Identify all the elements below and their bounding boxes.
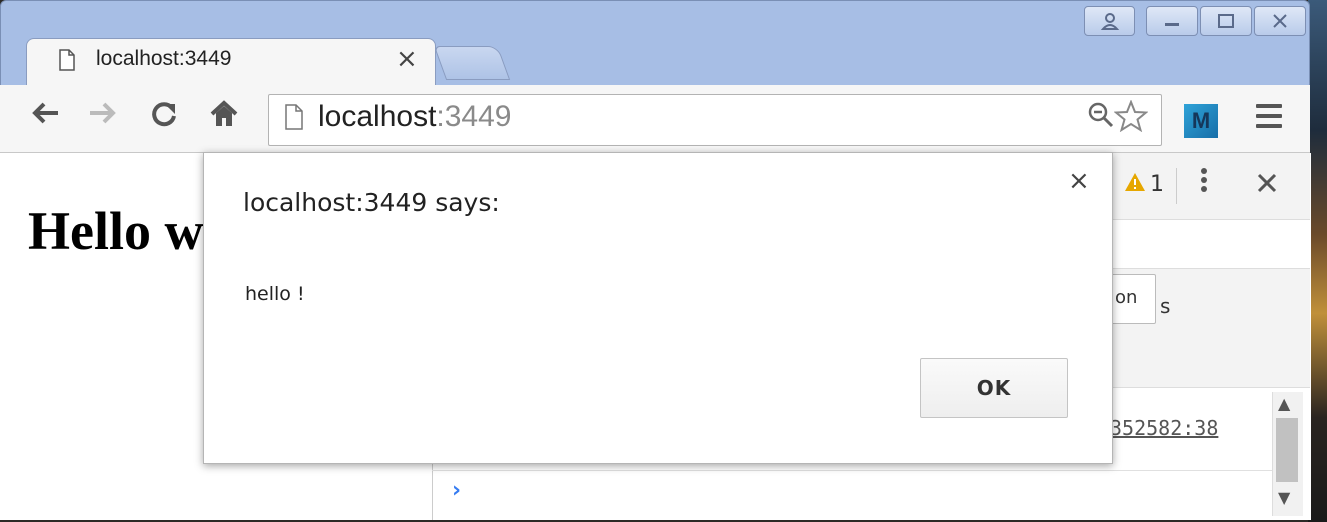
url-port: :3449	[436, 100, 512, 133]
devtools-option-label: s	[1160, 294, 1171, 318]
devtools-close-button[interactable]	[1256, 168, 1278, 201]
extension-button[interactable]: M	[1184, 104, 1218, 138]
close-window-button[interactable]	[1254, 6, 1306, 36]
maximize-button[interactable]	[1200, 6, 1252, 36]
warning-icon[interactable]	[1124, 172, 1146, 198]
minimize-icon	[1165, 23, 1179, 26]
warning-count: 1	[1150, 172, 1164, 197]
console-prompt[interactable]: ›	[452, 478, 461, 503]
page-icon	[58, 49, 76, 75]
divider	[1176, 168, 1177, 204]
more-icon[interactable]	[1200, 166, 1208, 201]
scrollbar-thumb[interactable]	[1276, 418, 1298, 482]
profile-button[interactable]	[1084, 6, 1135, 36]
scroll-down-icon[interactable]: ▼	[1278, 488, 1290, 507]
minimize-button[interactable]	[1146, 6, 1198, 36]
close-icon	[1257, 173, 1277, 193]
console-source-link[interactable]: 352582:38	[1110, 416, 1218, 440]
forward-arrow-icon	[90, 102, 116, 124]
dialog-title: localhost:3449 says:	[243, 188, 500, 217]
reload-icon	[152, 102, 176, 127]
page-heading: Hello w	[28, 201, 204, 261]
ok-button[interactable]: OK	[920, 358, 1068, 418]
dialog-message: hello !	[245, 283, 305, 305]
tab-title: localhost:3449	[96, 47, 232, 70]
dialog-close-button[interactable]: ×	[1068, 166, 1090, 196]
menu-icon[interactable]	[1256, 104, 1282, 134]
profile-icon	[1100, 13, 1119, 30]
reload-button[interactable]	[150, 100, 178, 134]
back-button[interactable]	[30, 100, 60, 132]
page-icon	[284, 104, 304, 134]
url-text[interactable]: localhost:3449	[318, 100, 511, 134]
new-tab-button[interactable]	[433, 46, 511, 80]
back-arrow-icon	[32, 102, 58, 124]
home-button[interactable]	[210, 100, 238, 134]
maximize-icon	[1218, 14, 1234, 28]
url-host: localhost	[318, 100, 437, 133]
zoom-icon[interactable]	[1088, 102, 1114, 135]
divider	[432, 470, 1272, 471]
close-icon	[1273, 14, 1287, 28]
home-icon	[210, 100, 238, 126]
tab-close-button[interactable]: ×	[396, 44, 418, 74]
star-icon[interactable]	[1113, 99, 1149, 140]
forward-button[interactable]	[88, 100, 118, 132]
scroll-up-icon[interactable]: ▲	[1278, 394, 1290, 413]
